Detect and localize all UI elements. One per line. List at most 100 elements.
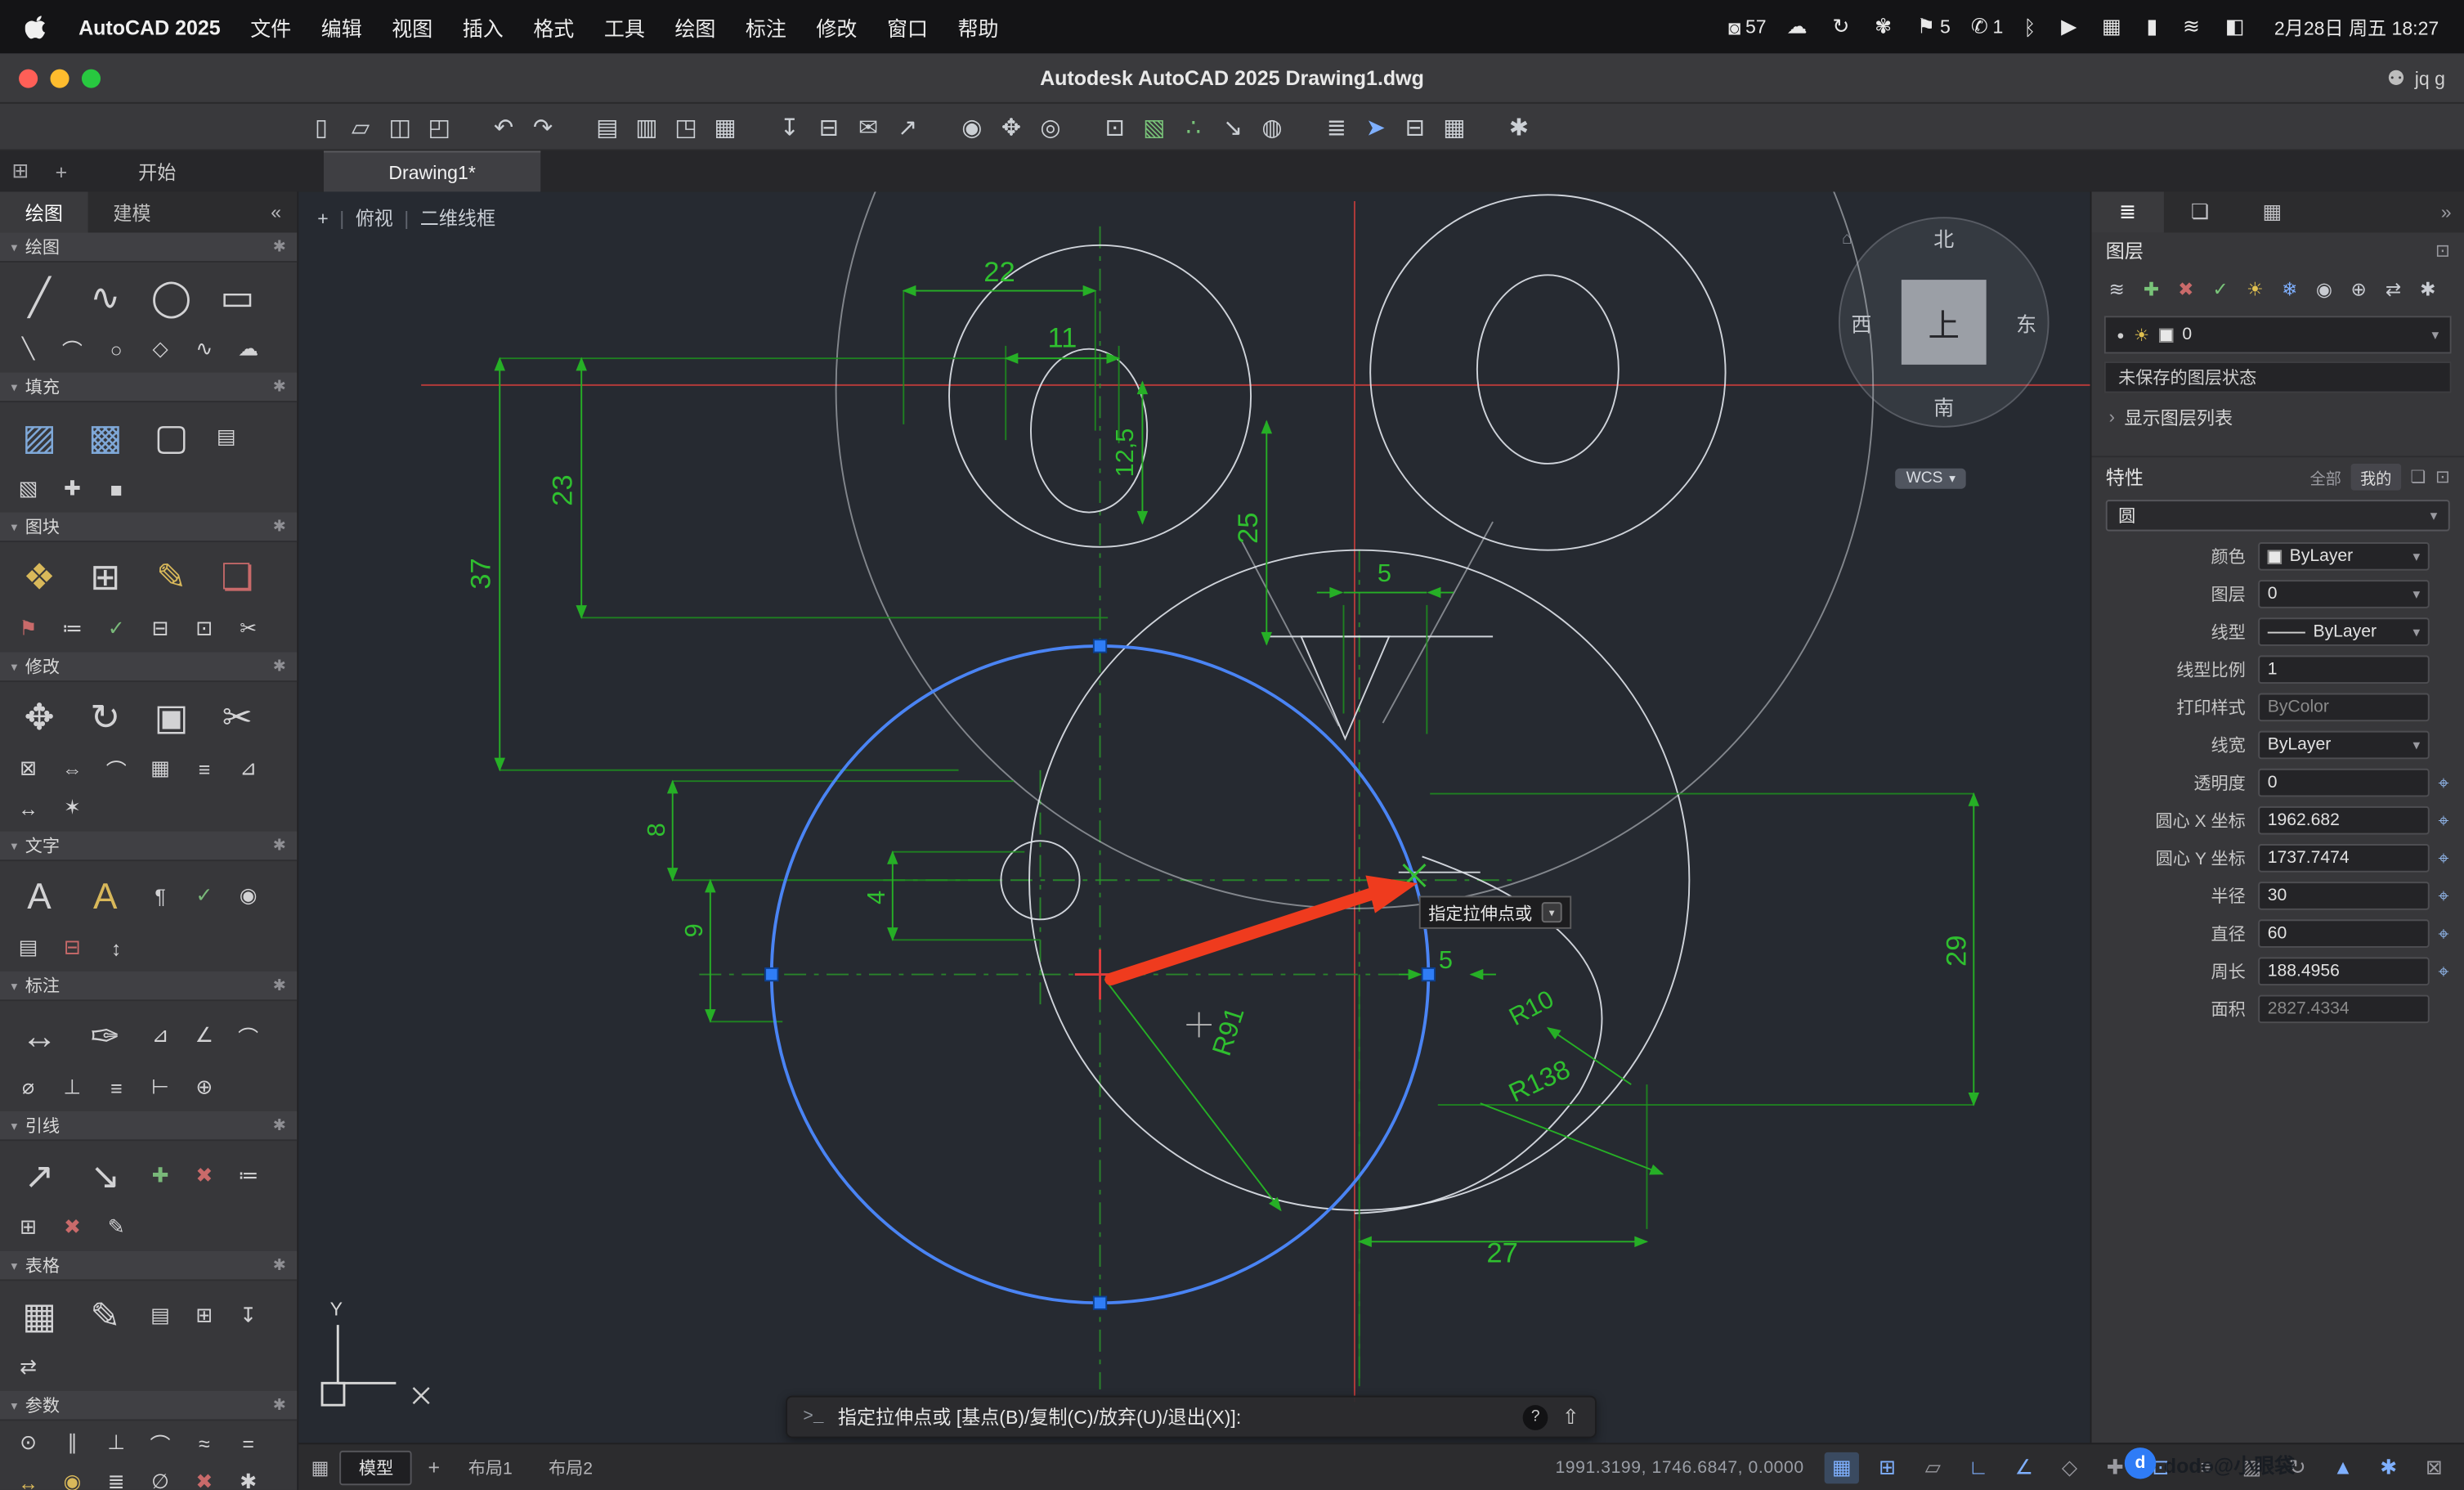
chevron-down-icon[interactable]: ▾ <box>2432 326 2439 343</box>
section-settings-icon[interactable]: ✱ <box>273 657 286 675</box>
new-layer-icon[interactable]: ✚ <box>2135 273 2166 304</box>
polyline-tool[interactable]: ∿ <box>72 266 138 329</box>
new-file-icon[interactable]: ▯ <box>302 108 341 146</box>
chevron-down-icon[interactable]: ▾ <box>2412 623 2420 640</box>
input-options-icon[interactable]: ▾ <box>1542 902 1562 922</box>
pick-point-icon[interactable]: ⌖ <box>2430 884 2458 908</box>
move-tool[interactable]: ✥ <box>7 685 73 748</box>
command-prompt-text[interactable]: 指定拉伸点或 [基点(B)/复制(C)/放弃(U)/退出(X)]: <box>838 1403 1241 1430</box>
section-settings-icon[interactable]: ✱ <box>273 1397 286 1414</box>
property-value-field[interactable]: 1 ▾ <box>2258 655 2430 684</box>
properties-list-icon[interactable]: ≣ <box>1317 108 1356 146</box>
notification-bell-icon[interactable]: ⚑ 5 <box>1917 14 1951 39</box>
layer-on-icon[interactable]: ☀ <box>2134 325 2149 345</box>
fillet-tool[interactable]: ⌒ <box>94 750 138 788</box>
attach-image-icon[interactable]: ▧ <box>1135 108 1174 146</box>
menu-item[interactable]: 标注 <box>746 11 786 42</box>
leader-edit-tool[interactable]: ✎ <box>94 1209 138 1246</box>
command-line[interactable]: >_ 指定拉伸点或 [基点(B)/复制(C)/放弃(U)/退出(X)]: ? ⇧ <box>786 1396 1597 1438</box>
revision-cloud-tool[interactable]: ☁ <box>226 330 271 368</box>
data-link-tool[interactable]: ⇄ <box>7 1349 51 1386</box>
text-style-tool[interactable]: ¶ <box>138 877 182 914</box>
battery-icon[interactable]: ▮ <box>2147 14 2163 39</box>
palette-tab[interactable]: 建模 <box>88 191 177 232</box>
angular-dimension-tool[interactable]: ∠ <box>182 1017 226 1054</box>
coincident-constraint-tool[interactable]: ⊙ <box>7 1424 51 1461</box>
parallel-constraint-tool[interactable]: ∥ <box>51 1424 95 1461</box>
center-mark-tool[interactable]: ⊕ <box>182 1069 226 1106</box>
write-block-tool[interactable]: ⊟ <box>138 610 182 648</box>
help-icon[interactable]: ? <box>1523 1404 1548 1429</box>
viewcube[interactable]: ⌂ 北 南 西 东 上 <box>1839 217 2050 428</box>
delete-layer-icon[interactable]: ✖ <box>2171 273 2202 304</box>
tangent-line-left[interactable] <box>1242 541 1339 726</box>
text-scale-tool[interactable]: ↕ <box>94 929 138 967</box>
palette-section-header[interactable]: ▾ 修改 ✱ <box>0 653 297 683</box>
undo-icon[interactable]: ↶ <box>484 108 523 146</box>
block-editor-tool[interactable]: ❏ <box>204 545 271 608</box>
menu-item[interactable]: 编辑 <box>321 11 362 42</box>
align-leaders-tool[interactable]: ≔ <box>226 1157 271 1195</box>
show-constraints-tool[interactable]: ≣ <box>94 1463 138 1490</box>
radius-leader-r91[interactable] <box>1104 979 1280 1210</box>
property-value-field[interactable]: 1962.682 ▾ <box>2258 806 2430 835</box>
layer-filter-icon[interactable]: ≋ <box>2101 273 2132 304</box>
linear-dimension-tool[interactable]: ↔ <box>7 1004 73 1067</box>
menu-item[interactable]: 视图 <box>392 11 432 42</box>
current-layer-row[interactable]: ● ☀ 0 ▾ <box>2104 316 2452 353</box>
solid-fill-tool[interactable]: ■ <box>94 470 138 508</box>
sync-icon[interactable]: ↻ <box>1832 14 1854 39</box>
drawing-area[interactable]: 22 11 12,5 23 37 25 5 8 9 4 29 27 5 R91 … <box>298 191 2090 1443</box>
layout1-tab[interactable]: 布局1 <box>455 1452 525 1483</box>
offset-tool[interactable]: ≡ <box>182 750 226 788</box>
model-tab[interactable]: 模型 <box>340 1450 412 1484</box>
ortho-mode-icon[interactable]: ∟ <box>1961 1452 1996 1483</box>
entity-type-select[interactable]: 圆 ▾ <box>2106 500 2450 531</box>
infer-constraints-icon[interactable]: ▱ <box>1915 1452 1950 1483</box>
continue-dimension-tool[interactable]: ⊢ <box>138 1069 182 1106</box>
grip-left[interactable] <box>765 968 777 981</box>
pick-point-icon[interactable]: ⌖ <box>2430 959 2458 983</box>
orbit-icon[interactable]: ◎ <box>1031 108 1070 146</box>
visual-style-button[interactable]: 二维线框 <box>420 204 495 231</box>
table-tool[interactable]: ▦ <box>7 1284 73 1347</box>
new-drawing-tab-button[interactable]: + <box>41 151 82 192</box>
aligned-dimension-tool[interactable]: ⊿ <box>138 1017 182 1054</box>
palette-section-header[interactable]: ▾ 绘图 ✱ <box>0 232 297 263</box>
leader-delete-tool[interactable]: ✖ <box>51 1209 95 1246</box>
layer-color-chip[interactable] <box>2159 328 2173 342</box>
chevron-down-icon[interactable]: ▾ <box>2412 736 2420 753</box>
section-settings-icon[interactable]: ✱ <box>273 378 286 395</box>
polygon-tool[interactable]: ◇ <box>138 330 182 368</box>
symmetric-constraint-tool[interactable]: ≈ <box>182 1424 226 1461</box>
explode-tool[interactable]: ✶ <box>51 789 95 827</box>
boundary-tool[interactable]: ▢ <box>138 406 204 469</box>
grid-display-icon[interactable]: ▦ <box>1825 1452 1859 1483</box>
erase-tool[interactable]: ⊠ <box>7 750 51 788</box>
signed-in-user[interactable]: ⚉ jq g <box>2387 65 2445 91</box>
property-value-field[interactable]: ByColor ▾ <box>2258 693 2430 722</box>
datetime[interactable]: 2月28日 周五 18:27 <box>2269 13 2439 40</box>
filter-mine-button[interactable]: 我的 <box>2350 464 2401 491</box>
layer-state-dropdown[interactable]: 未保存的图层状态 <box>2104 361 2452 393</box>
tab-drawing1[interactable]: Drawing1* <box>324 151 540 192</box>
copy-tool[interactable]: ▣ <box>138 685 204 748</box>
viewcube-east[interactable]: 东 <box>2016 308 2036 339</box>
section-settings-icon[interactable]: ✱ <box>273 1257 286 1274</box>
array-tool[interactable]: ▦ <box>138 750 182 788</box>
point-cloud-icon[interactable]: ∴ <box>1174 108 1213 146</box>
isodraft-icon[interactable]: ◇ <box>2052 1452 2086 1483</box>
property-value-field[interactable]: 60 ▾ <box>2258 919 2430 948</box>
control-center-icon[interactable]: ◧ <box>2225 14 2249 39</box>
new-layout-button[interactable]: + <box>423 1456 445 1479</box>
property-value-field[interactable]: ByLayer ▾ <box>2258 542 2430 571</box>
property-value-field[interactable]: 0 ▾ <box>2258 580 2430 608</box>
export-dwf-icon[interactable]: ↧ <box>770 108 809 146</box>
show-layer-list-link[interactable]: › 显示图层列表 <box>2091 396 2464 440</box>
rotate-tool[interactable]: ↻ <box>72 685 138 748</box>
hatch-tool[interactable]: ▨ <box>7 406 73 469</box>
pan-icon[interactable]: ✥ <box>992 108 1031 146</box>
diameter-dimension-tool[interactable]: ⌀ <box>7 1069 51 1106</box>
edit-table-tool[interactable]: ✎ <box>72 1284 138 1347</box>
cloud-icon[interactable]: ☁ <box>1787 14 1812 39</box>
